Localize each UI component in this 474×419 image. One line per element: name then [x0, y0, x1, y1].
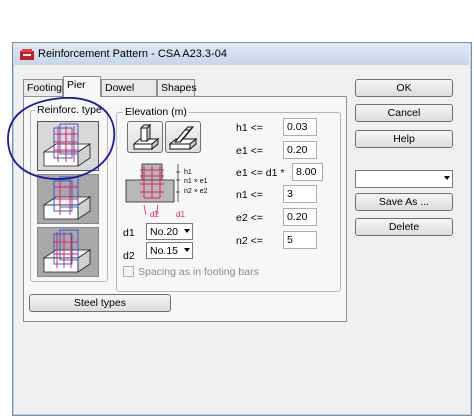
elevation-type-1-button[interactable]: [127, 121, 163, 153]
pier-block-icon: [132, 123, 160, 151]
diagram-h1-label: h1: [184, 169, 192, 176]
reinforc-type-option-3[interactable]: [37, 227, 99, 277]
n2-label: n2 <=: [236, 235, 263, 247]
d1-label: d1: [123, 227, 135, 239]
tab-footing[interactable]: Footing: [23, 79, 63, 96]
spacing-checkbox[interactable]: [123, 266, 134, 277]
chevron-down-icon: [444, 176, 450, 180]
h1-field[interactable]: 0.03: [283, 118, 317, 136]
n1-field[interactable]: 3: [283, 185, 317, 203]
e1-field[interactable]: 0.20: [283, 141, 317, 159]
delete-button[interactable]: Delete: [355, 218, 453, 236]
app-icon: [20, 49, 34, 60]
n2-field[interactable]: 5: [283, 231, 317, 249]
n1-label: n1 <=: [236, 189, 263, 201]
annotation-circle: [7, 97, 116, 180]
tab-shapes[interactable]: Shapes: [157, 79, 197, 96]
e1-d1-label: e1 <= d1 *: [236, 167, 285, 179]
ok-button[interactable]: OK: [355, 79, 453, 97]
diagram-d2-label: d2: [150, 210, 159, 219]
h1-label: h1 <=: [236, 122, 263, 134]
diagram-d1-label: d1: [176, 210, 185, 219]
save-as-button[interactable]: Save As ...: [355, 193, 453, 211]
diagram-n2e2-label: n2 × e2: [184, 188, 208, 195]
steel-types-button[interactable]: Steel types: [29, 294, 171, 312]
pier-cage-icon: [42, 229, 92, 273]
spacing-checkbox-label: Spacing as in footing bars: [138, 266, 259, 278]
e2-label: e2 <=: [236, 212, 263, 224]
pattern-select[interactable]: [355, 170, 453, 188]
e1-label: e1 <=: [236, 145, 263, 157]
d1-select-value: No.20: [150, 226, 179, 238]
chevron-down-icon: [184, 248, 190, 252]
elevation-label: Elevation (m): [123, 106, 189, 118]
help-button[interactable]: Help: [355, 130, 453, 148]
elevation-type-2-button[interactable]: [165, 121, 201, 153]
cancel-button[interactable]: Cancel: [355, 104, 453, 122]
sloped-pier-icon: [168, 126, 198, 151]
d1-select[interactable]: No.20: [146, 223, 193, 240]
d2-select-value: No.15: [150, 245, 179, 257]
chevron-down-icon: [184, 229, 190, 233]
diagram-n1e1-label: n1 × e1: [184, 178, 208, 185]
e2-field[interactable]: 0.20: [283, 208, 317, 226]
tab-pier[interactable]: Pier: [63, 76, 101, 97]
window-title: Reinforcement Pattern - CSA A23.3-04: [38, 48, 227, 60]
d2-select[interactable]: No.15: [146, 242, 193, 259]
d2-label: d2: [123, 250, 135, 262]
elevation-diagram: h1 n1 × e1 n2 × e2 d2 d1: [125, 163, 208, 219]
tab-dowel-bars[interactable]: Dowel Bars: [101, 79, 157, 111]
e1-d1-field[interactable]: 8.00: [292, 163, 323, 181]
